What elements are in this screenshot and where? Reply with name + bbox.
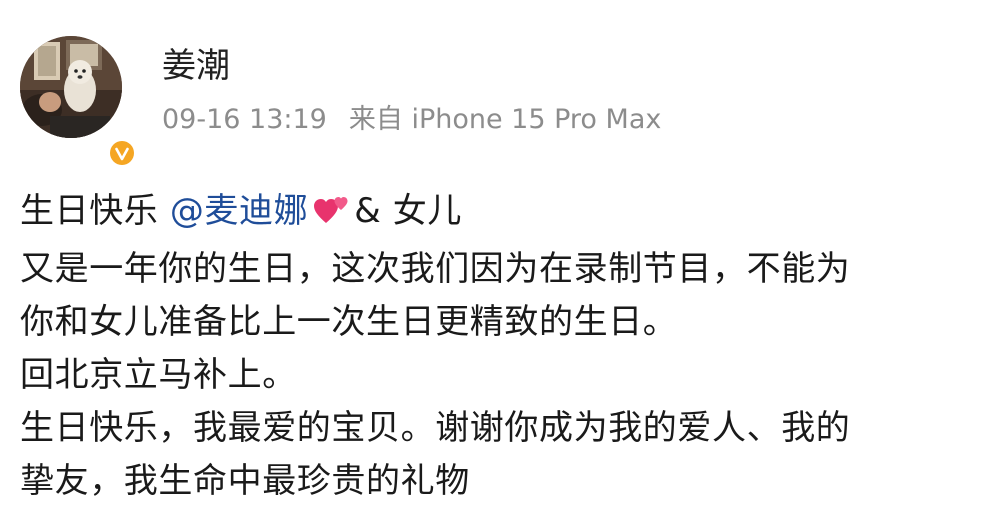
post-source: 来自 iPhone 15 Pro Max [348, 104, 662, 135]
avatar-image[interactable] [20, 36, 122, 138]
content-text: 生日快乐 [20, 191, 170, 231]
avatar[interactable] [20, 36, 137, 168]
post-meta: 09-16 13:19 来自 iPhone 15 Pro Max [162, 102, 661, 138]
weibo-post: 姜潮 09-16 13:19 来自 iPhone 15 Pro Max 生日快乐 … [0, 0, 986, 519]
content-line: 生日快乐 @麦迪娜 & 女儿 [20, 185, 980, 243]
content-line: 你和女儿准备比上一次生日更精致的生日。 [20, 302, 678, 342]
two-hearts-icon [314, 190, 350, 243]
mention-link[interactable]: @麦迪娜 [170, 191, 308, 231]
post-content: 生日快乐 @麦迪娜 & 女儿 又是一年你的生日，这次我们因为在录制节目，不能为 你… [20, 185, 980, 508]
content-text: & 女儿 [354, 191, 462, 231]
content-line: 挚友，我生命中最珍贵的礼物 [20, 461, 470, 501]
content-line: 生日快乐，我最爱的宝贝。谢谢你成为我的爱人、我的 [20, 408, 851, 448]
post-time[interactable]: 09-16 13:19 [162, 104, 327, 135]
content-line: 回北京立马补上。 [20, 355, 297, 395]
verified-icon [107, 138, 137, 168]
author-name[interactable]: 姜潮 [162, 44, 230, 88]
content-line: 又是一年你的生日，这次我们因为在录制节目，不能为 [20, 249, 851, 289]
